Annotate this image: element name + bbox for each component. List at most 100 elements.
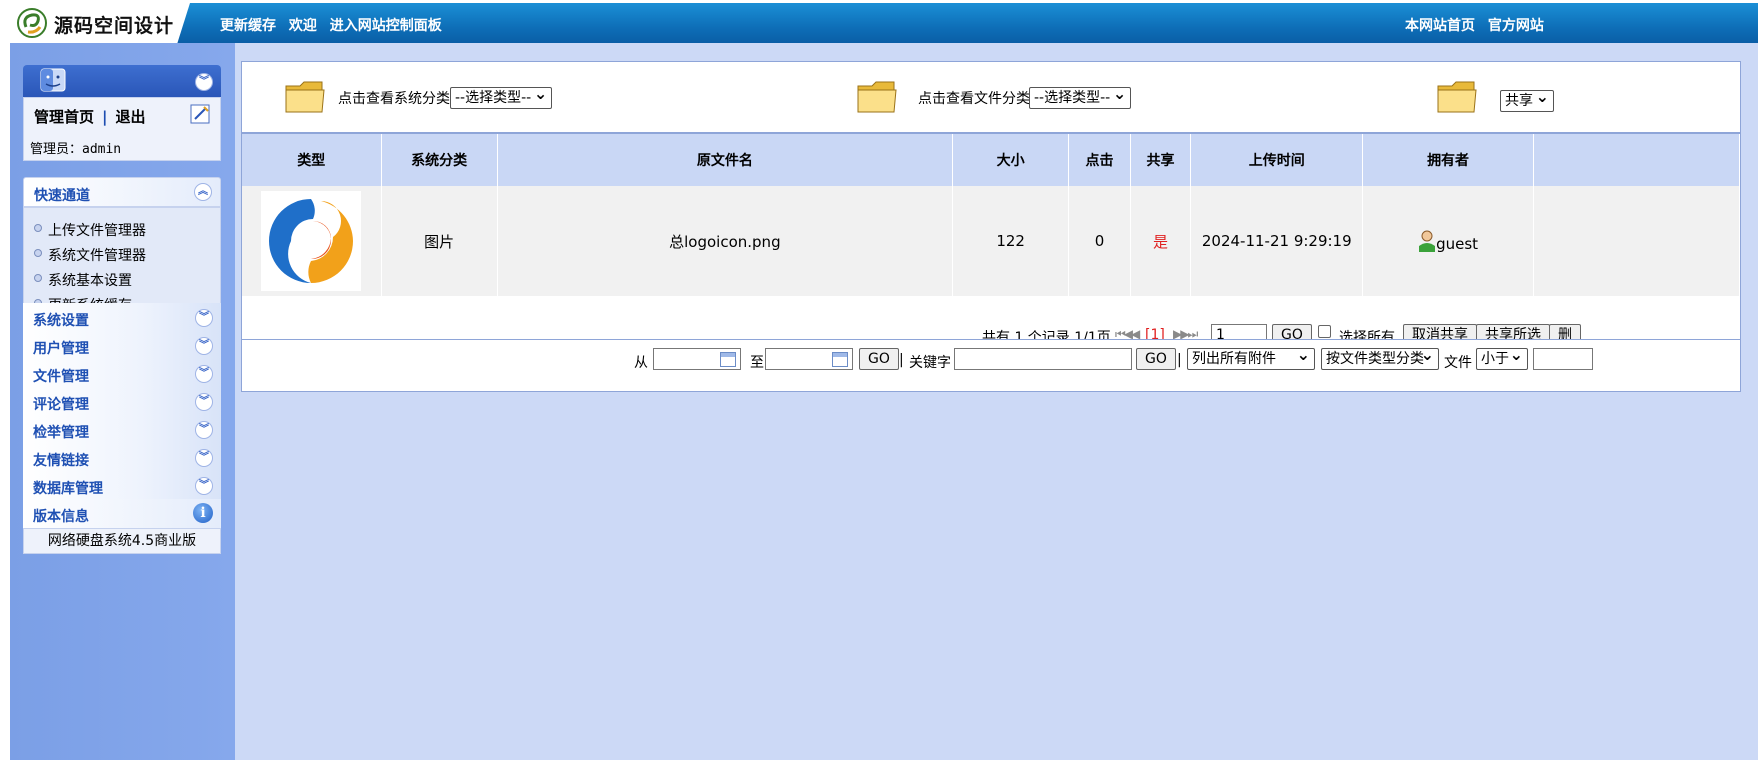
main-content: 点击查看系统分类 --选择类型-- 点击查看文件分类 --选择类型-- 共享 类… (235, 43, 1758, 760)
menu-label: 文件管理 (33, 369, 89, 385)
admin-links: 管理首页 | 退出 (34, 106, 146, 127)
system-category-label: 点击查看系统分类 (338, 91, 450, 107)
search-divider: | (1177, 352, 1182, 368)
owner-name[interactable]: guest (1436, 235, 1478, 253)
file-thumbnail-image[interactable] (261, 191, 362, 291)
search-bar: 从 至 GO | 关键字 GO | 列出所有附件 按文件类型分类 文件 小于 (241, 339, 1741, 392)
chevron-up-icon[interactable]: ︽ (194, 183, 212, 201)
admin-links-separator: | (102, 108, 108, 126)
share-filter-select[interactable]: 共享 (1500, 87, 1554, 112)
menu-report-management[interactable]: 检举管理 ︾ (23, 415, 221, 444)
col-size[interactable]: 大小 (952, 134, 1070, 186)
col-filename[interactable]: 原文件名 (497, 134, 954, 186)
size-compare-select[interactable]: 小于 (1476, 345, 1528, 370)
date-from-input[interactable] (653, 348, 741, 370)
menu-label: 用户管理 (33, 341, 89, 357)
collapse-chevron-icon[interactable]: ︾ (195, 73, 213, 91)
quick-item-upload-manager[interactable]: 上传文件管理器 (34, 220, 146, 245)
col-type[interactable]: 类型 (242, 134, 382, 186)
cell-category: 图片 (381, 186, 498, 296)
file-type-select[interactable]: 按文件类型分类 (1321, 345, 1439, 370)
chevron-down-icon[interactable]: ︾ (195, 337, 213, 355)
chevron-down-icon[interactable]: ︾ (195, 421, 213, 439)
version-info-header[interactable]: 版本信息 i (23, 499, 221, 528)
size-value-input[interactable] (1533, 348, 1593, 370)
info-icon: i (193, 503, 213, 523)
cell-extra (1533, 186, 1741, 296)
cell-upload-time: 2024-11-21 9:29:19 (1190, 186, 1364, 296)
folder-icon (1437, 81, 1477, 113)
folder-icon (285, 81, 325, 113)
date-to-input[interactable] (765, 348, 853, 370)
menu-label: 检举管理 (33, 425, 89, 441)
col-extra (1533, 134, 1741, 186)
chevron-down-icon[interactable]: ︾ (195, 393, 213, 411)
keyword-input[interactable] (954, 348, 1132, 370)
admin-panel-header: ︾ (23, 65, 221, 97)
official-site-link[interactable]: 官方网站 (1488, 18, 1544, 34)
menu-label: 评论管理 (33, 397, 89, 413)
table-row[interactable]: 图片 总logoicon.png 122 0 是 2024-11-21 9:29… (242, 186, 1741, 296)
sidebar: ︾ 管理首页 | 退出 管理员：admin 快速通道 ︽ 上传文件管理器 系统文件管… (10, 43, 235, 760)
menu-comment-management[interactable]: 评论管理 ︾ (23, 387, 221, 416)
menu-friend-links[interactable]: 友情链接 ︾ (23, 443, 221, 472)
quick-item-basic-settings[interactable]: 系统基本设置 (34, 270, 146, 295)
admin-home-link[interactable]: 管理首页 (34, 108, 94, 126)
version-title: 版本信息 (33, 509, 89, 525)
date-from-label: 从 (634, 355, 648, 371)
menu-label: 数据库管理 (33, 481, 103, 497)
welcome-link[interactable]: 欢迎 (289, 18, 317, 34)
col-system-category[interactable]: 系统分类 (381, 134, 498, 186)
menu-database-management[interactable]: 数据库管理 ︾ (23, 471, 221, 500)
menu-file-management[interactable]: 文件管理 ︾ (23, 359, 221, 388)
file-thumbnail-cell[interactable] (242, 186, 382, 296)
logo[interactable]: 源码空间设计 (10, 3, 190, 43)
menu-label: 友情链接 (33, 453, 89, 469)
logo-swirl-icon (17, 8, 47, 38)
control-panel-link[interactable]: 进入网站控制面板 (330, 18, 442, 34)
admin-panel-body: 管理首页 | 退出 管理员：admin (23, 97, 221, 161)
calendar-icon[interactable] (832, 352, 848, 367)
admin-username: 管理员：admin (30, 142, 122, 157)
menu-system-settings[interactable]: 系统设置 ︾ (23, 303, 221, 332)
chevron-down-icon[interactable]: ︾ (195, 365, 213, 383)
top-links-left: 更新缓存 欢迎 进入网站控制面板 (220, 15, 450, 35)
keyword-label: 关键字 (909, 355, 951, 371)
chevron-down-icon[interactable]: ︾ (195, 309, 213, 327)
chevron-down-icon[interactable]: ︾ (195, 449, 213, 467)
table-header-row: 类型 系统分类 原文件名 大小 点击 共享 上传时间 拥有者 (242, 134, 1741, 186)
date-go-button[interactable]: GO (859, 348, 899, 370)
version-text: 网络硬盘系统4.5商业版 (23, 528, 221, 554)
file-category-label: 点击查看文件分类 (918, 91, 1030, 107)
cell-size: 122 (952, 186, 1070, 296)
file-size-label: 文件 (1444, 355, 1472, 371)
keyword-go-button[interactable]: GO (1136, 348, 1176, 370)
cell-filename[interactable]: 总logoicon.png (497, 186, 954, 296)
top-links-right: 本网站首页 官方网站 (1405, 15, 1552, 35)
cell-shared: 是 (1130, 186, 1192, 296)
edit-note-icon[interactable] (190, 104, 212, 124)
site-home-link[interactable]: 本网站首页 (1405, 18, 1475, 34)
attachment-list-select[interactable]: 列出所有附件 (1187, 345, 1315, 370)
chevron-down-icon[interactable]: ︾ (195, 477, 213, 495)
col-upload-time[interactable]: 上传时间 (1190, 134, 1364, 186)
file-table-panel: 类型 系统分类 原文件名 大小 点击 共享 上传时间 拥有者 图片 总logoi… (241, 133, 1741, 354)
file-table: 类型 系统分类 原文件名 大小 点击 共享 上传时间 拥有者 图片 总logoi… (242, 134, 1741, 296)
logout-link[interactable]: 退出 (116, 108, 146, 126)
col-clicks[interactable]: 点击 (1068, 134, 1131, 186)
col-owner[interactable]: 拥有者 (1362, 134, 1534, 186)
refresh-cache-link[interactable]: 更新缓存 (220, 18, 276, 34)
finder-face-icon (40, 68, 66, 92)
select-all-checkbox[interactable] (1318, 325, 1331, 338)
user-icon (1419, 230, 1436, 252)
calendar-icon[interactable] (720, 352, 736, 367)
cell-clicks: 0 (1068, 186, 1131, 296)
menu-user-management[interactable]: 用户管理 ︾ (23, 331, 221, 360)
quick-item-system-file-manager[interactable]: 系统文件管理器 (34, 245, 146, 270)
file-category-select[interactable]: --选择类型-- (1029, 84, 1132, 109)
top-bar: 源码空间设计 更新缓存 欢迎 进入网站控制面板 本网站首页 官方网站 (10, 3, 1758, 43)
quick-access-header[interactable]: 快速通道 ︽ (23, 177, 221, 207)
logo-text: 源码空间设计 (54, 15, 175, 37)
col-shared[interactable]: 共享 (1130, 134, 1192, 186)
system-category-select[interactable]: --选择类型-- (450, 84, 553, 109)
